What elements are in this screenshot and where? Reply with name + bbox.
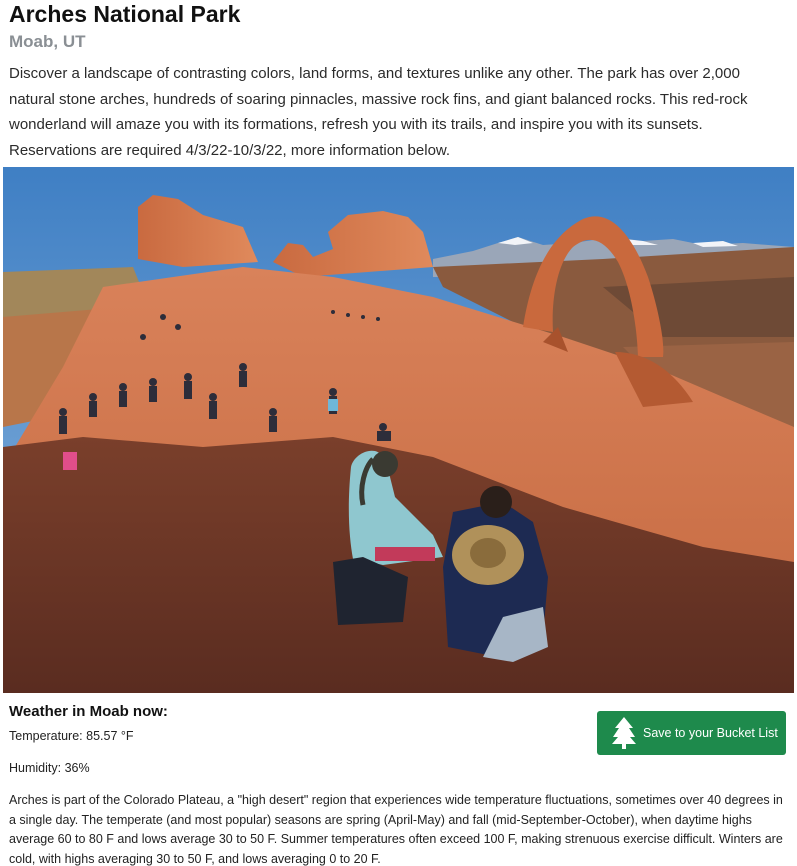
park-description: Discover a landscape of contrasting colo… <box>9 65 748 159</box>
save-to-bucket-list-button[interactable]: Save to your Bucket List <box>597 711 786 755</box>
weather-heading: Weather in Moab now: <box>9 703 168 720</box>
park-hero-image <box>3 167 794 693</box>
park-location: Moab, UT <box>9 32 86 51</box>
humidity-reading: Humidity: 36% <box>9 761 90 775</box>
climate-description: Arches is part of the Colorado Plateau, … <box>9 793 783 866</box>
tree-icon <box>612 717 636 749</box>
temperature-reading: Temperature: 85.57 °F <box>9 729 134 743</box>
bucket-list-label: Save to your Bucket List <box>643 726 778 740</box>
park-title: Arches National Park <box>9 1 241 27</box>
